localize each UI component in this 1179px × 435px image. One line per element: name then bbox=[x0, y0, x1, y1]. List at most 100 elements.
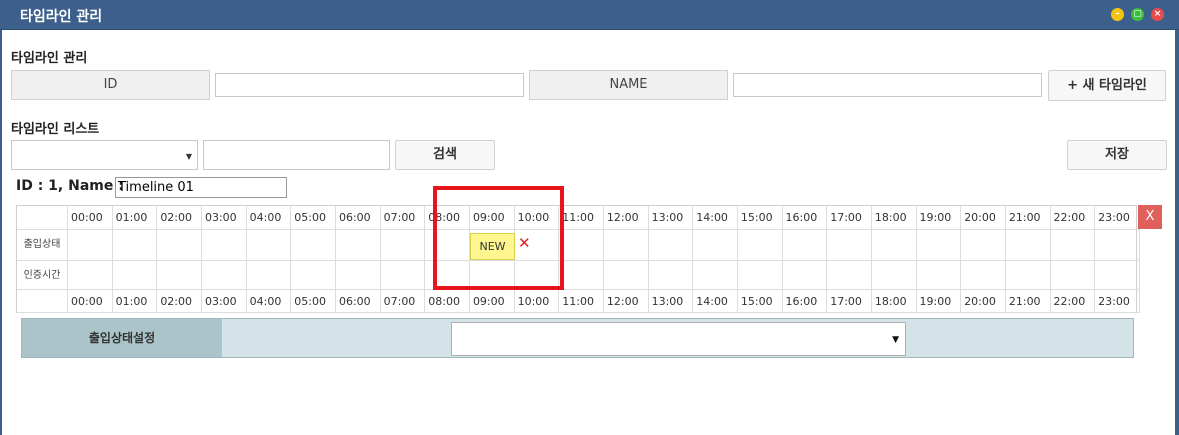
access-status-slot[interactable] bbox=[782, 230, 828, 261]
hour-header-bottom: 01:00 bbox=[112, 290, 158, 313]
hour-header-top: 20:00 bbox=[961, 206, 1006, 230]
chevron-down-icon: ▼ bbox=[892, 335, 899, 345]
hour-header-top: 07:00 bbox=[380, 206, 426, 230]
access-status-slot[interactable] bbox=[157, 230, 202, 261]
auth-time-slot[interactable] bbox=[871, 261, 917, 290]
auth-time-slot[interactable] bbox=[157, 261, 202, 290]
grid-corner-cell bbox=[17, 290, 68, 313]
hour-header-bottom: 07:00 bbox=[380, 290, 426, 313]
timeline-grid: 출입상태 인증시간 00:00 00:00 01:00 01:00 02:00 02:00 03… bbox=[16, 205, 1140, 313]
access-status-slot[interactable] bbox=[827, 230, 872, 261]
auth-time-slot[interactable] bbox=[246, 261, 292, 290]
hour-header-top: 01:00 bbox=[112, 206, 158, 230]
search-input[interactable] bbox=[203, 140, 390, 170]
hour-header-bottom: 17:00 bbox=[827, 290, 872, 313]
name-header: NAME bbox=[529, 70, 728, 100]
auth-time-slot[interactable] bbox=[648, 261, 694, 290]
highlight-box bbox=[433, 186, 564, 290]
access-status-slot[interactable] bbox=[737, 230, 783, 261]
timeline-name-input[interactable]: Timeline 01 bbox=[115, 177, 287, 198]
hour-header-top: 17:00 bbox=[827, 206, 872, 230]
hour-header-bottom: 12:00 bbox=[603, 290, 649, 313]
hour-header-bottom: 02:00 bbox=[157, 290, 202, 313]
auth-time-slot[interactable] bbox=[68, 261, 113, 290]
close-button[interactable]: × bbox=[1151, 8, 1164, 21]
row-label-auth-time: 인증시간 bbox=[17, 261, 68, 290]
save-button[interactable]: 저장 bbox=[1067, 140, 1167, 170]
hour-header-bottom: 08:00 bbox=[425, 290, 470, 313]
maximize-button[interactable]: ▢ bbox=[1131, 8, 1144, 21]
hour-header-top: 23:00 bbox=[1095, 206, 1140, 230]
hour-header-bottom: 06:00 bbox=[335, 290, 381, 313]
auth-time-slot[interactable] bbox=[693, 261, 738, 290]
hour-header-bottom: 19:00 bbox=[916, 290, 962, 313]
timeline-filter-select[interactable]: ▼ bbox=[11, 140, 198, 170]
auth-time-slot[interactable] bbox=[603, 261, 649, 290]
auth-time-slot[interactable] bbox=[291, 261, 336, 290]
access-status-slot[interactable] bbox=[961, 230, 1006, 261]
access-status-slot[interactable] bbox=[871, 230, 917, 261]
hour-header-top: 00:00 bbox=[68, 206, 113, 230]
hour-header-bottom: 20:00 bbox=[961, 290, 1006, 313]
auth-time-slot[interactable] bbox=[1095, 261, 1140, 290]
auth-time-slot[interactable] bbox=[961, 261, 1006, 290]
window-frame-left bbox=[0, 30, 2, 435]
status-setting-bar: 출입상태설정 ▼ bbox=[21, 318, 1134, 358]
hour-header-bottom: 22:00 bbox=[1050, 290, 1096, 313]
access-status-slot[interactable] bbox=[1095, 230, 1140, 261]
hour-header-bottom: 15:00 bbox=[737, 290, 783, 313]
access-status-slot[interactable] bbox=[648, 230, 694, 261]
hour-header-bottom: 16:00 bbox=[782, 290, 828, 313]
access-status-slot[interactable] bbox=[68, 230, 113, 261]
row-label-access-status: 출입상태 bbox=[17, 230, 68, 261]
access-status-slot[interactable] bbox=[1005, 230, 1051, 261]
access-status-slot[interactable] bbox=[380, 230, 426, 261]
hour-header-top: 21:00 bbox=[1005, 206, 1051, 230]
access-status-slot[interactable] bbox=[693, 230, 738, 261]
access-status-slot[interactable] bbox=[916, 230, 962, 261]
timeline-id-name-label: ID : 1, Name : bbox=[16, 178, 124, 194]
auth-time-slot[interactable] bbox=[380, 261, 426, 290]
hour-header-top: 19:00 bbox=[916, 206, 962, 230]
status-select[interactable]: ▼ bbox=[451, 322, 906, 356]
access-status-slot[interactable] bbox=[112, 230, 158, 261]
access-status-slot[interactable] bbox=[603, 230, 649, 261]
id-input[interactable] bbox=[215, 73, 524, 97]
search-button[interactable]: 검색 bbox=[395, 140, 495, 170]
name-input[interactable] bbox=[733, 73, 1042, 97]
access-status-slot[interactable] bbox=[201, 230, 247, 261]
access-status-slot[interactable] bbox=[246, 230, 292, 261]
access-status-slot[interactable] bbox=[335, 230, 381, 261]
access-status-slot[interactable] bbox=[291, 230, 336, 261]
hour-header-top: 12:00 bbox=[603, 206, 649, 230]
title-bar: 타임라인 관리 – ▢ × bbox=[0, 0, 1179, 30]
auth-time-slot[interactable] bbox=[335, 261, 381, 290]
list-section-title: 타임라인 리스트 bbox=[11, 122, 100, 137]
hour-header-top: 16:00 bbox=[782, 206, 828, 230]
hour-header-top: 22:00 bbox=[1050, 206, 1096, 230]
auth-time-slot[interactable] bbox=[916, 261, 962, 290]
auth-time-slot[interactable] bbox=[827, 261, 872, 290]
remove-timeline-button[interactable]: X bbox=[1138, 205, 1162, 229]
auth-time-slot[interactable] bbox=[1050, 261, 1096, 290]
hour-header-bottom: 14:00 bbox=[693, 290, 738, 313]
minimize-button[interactable]: – bbox=[1111, 8, 1124, 21]
hour-header-bottom: 13:00 bbox=[648, 290, 694, 313]
hour-header-top: 03:00 bbox=[201, 206, 247, 230]
auth-time-slot[interactable] bbox=[559, 261, 604, 290]
auth-time-slot[interactable] bbox=[201, 261, 247, 290]
hour-header-bottom: 11:00 bbox=[559, 290, 604, 313]
hour-header-top: 05:00 bbox=[291, 206, 336, 230]
access-status-slot[interactable] bbox=[1050, 230, 1096, 261]
hour-header-top: 13:00 bbox=[648, 206, 694, 230]
hour-header-top: 02:00 bbox=[157, 206, 202, 230]
access-status-slot[interactable] bbox=[559, 230, 604, 261]
window-title: 타임라인 관리 bbox=[20, 9, 103, 25]
auth-time-slot[interactable] bbox=[737, 261, 783, 290]
auth-time-slot[interactable] bbox=[1005, 261, 1051, 290]
new-timeline-button[interactable]: + 새 타임라인 bbox=[1048, 70, 1166, 101]
auth-time-slot[interactable] bbox=[782, 261, 828, 290]
chevron-down-icon: ▼ bbox=[185, 152, 192, 161]
auth-time-slot[interactable] bbox=[112, 261, 158, 290]
hour-header-top: 06:00 bbox=[335, 206, 381, 230]
